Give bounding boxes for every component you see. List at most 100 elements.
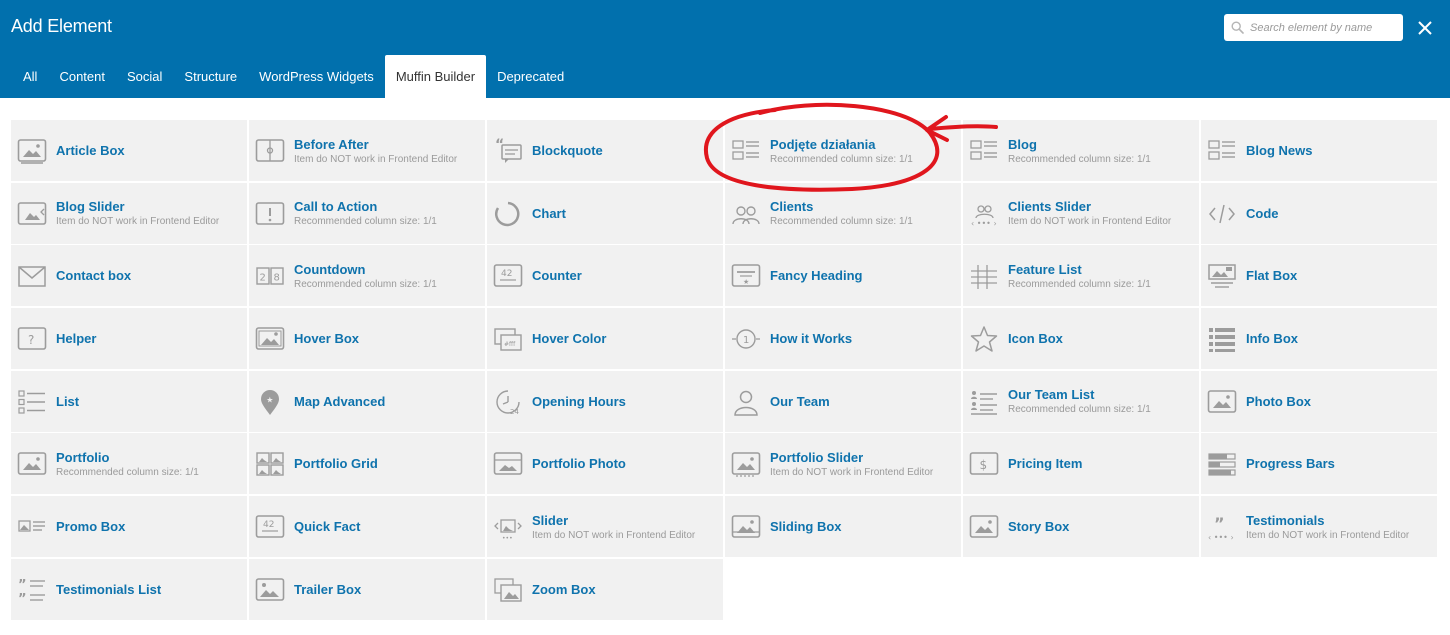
element-counter[interactable]: 42 Counter — [487, 245, 723, 307]
element-text: Sliding Box — [770, 519, 957, 534]
element-promo-box[interactable]: Promo Box — [11, 496, 247, 558]
svg-text:8: 8 — [274, 273, 280, 284]
element-chart[interactable]: Chart — [487, 182, 723, 244]
element-story-box[interactable]: Story Box — [963, 496, 1199, 558]
element-blog-news[interactable]: Blog News — [1201, 120, 1437, 181]
element-countdown[interactable]: 2 8 Countdown Recommended column size: 1/1 — [249, 245, 485, 307]
element-label: Testimonials List — [56, 581, 162, 597]
element-zoom-box[interactable]: Zoom Box — [487, 558, 723, 620]
tab-social[interactable]: Social — [116, 55, 173, 98]
element-code[interactable]: Code — [1201, 182, 1437, 244]
element-label: Call to Action — [294, 199, 378, 215]
element-podjete-dzia-ania[interactable]: Podjęte działania Recommended column size… — [725, 120, 961, 181]
element-progress-bars[interactable]: Progress Bars — [1201, 433, 1437, 495]
element-hover-color[interactable]: #fff Hover Color — [487, 308, 723, 370]
modal-title: Add Element — [11, 16, 112, 36]
element-text: Countdown Recommended column size: 1/1 — [294, 262, 481, 290]
element-clients[interactable]: Clients Recommended column size: 1/1 — [725, 182, 961, 244]
element-label: Chart — [532, 205, 566, 221]
element-pricing-item[interactable]: $ Pricing Item — [963, 433, 1199, 495]
element-hover-box[interactable]: Hover Box — [249, 308, 485, 370]
blog-slider-icon — [17, 200, 47, 228]
element-icon-box[interactable]: Icon Box — [963, 308, 1199, 370]
element-portfolio-grid[interactable]: Portfolio Grid — [249, 433, 485, 495]
element-label: Clients — [770, 199, 814, 215]
element-text: List — [56, 394, 243, 409]
element-label: Portfolio Photo — [532, 456, 626, 472]
svg-text:?: ? — [28, 333, 34, 347]
element-feature-list[interactable]: Feature List Recommended column size: 1/1 — [963, 245, 1199, 307]
element-label: Blog — [1008, 136, 1037, 152]
tab-deprecated[interactable]: Deprecated — [486, 55, 575, 98]
element-text: Testimonials List — [56, 582, 243, 597]
element-blockquote[interactable]: “ Blockquote — [487, 120, 723, 181]
sliding-box-icon — [731, 513, 761, 541]
element-text: Map Advanced — [294, 394, 481, 409]
team-list-icon — [969, 388, 999, 416]
element-label: Info Box — [1246, 331, 1298, 347]
element-opening-hours[interactable]: 24 Opening Hours — [487, 370, 723, 432]
svg-text:1: 1 — [743, 335, 749, 346]
element-clients-slider[interactable]: ‹ ••• › Clients Slider Item do NOT work in… — [963, 182, 1199, 244]
map-pin-icon: ★ — [255, 388, 285, 416]
element-list[interactable]: List — [11, 370, 247, 432]
element-trailer-box[interactable]: Trailer Box — [249, 558, 485, 620]
element-how-it-works[interactable]: 1 How it Works — [725, 308, 961, 370]
element-portfolio-photo[interactable]: Portfolio Photo — [487, 433, 723, 495]
tab-structure[interactable]: Structure — [173, 55, 248, 98]
element-blog-slider[interactable]: Blog Slider Item do NOT work in Frontend … — [11, 182, 247, 244]
element-portfolio[interactable]: Portfolio Recommended column size: 1/1 — [11, 433, 247, 495]
element-slider[interactable]: ••• Slider Item do NOT work in Frontend Ed… — [487, 496, 723, 558]
tab-all[interactable]: All — [12, 55, 48, 98]
search-input[interactable] — [1250, 21, 1390, 34]
element-label: Article Box — [56, 143, 125, 158]
element-text: Portfolio Slider Item do NOT work in Fron… — [770, 450, 957, 478]
element-note: Recommended column size: 1/1 — [770, 153, 913, 165]
blog-icon — [731, 137, 761, 165]
element-helper[interactable]: ? Helper — [11, 308, 247, 370]
tab-muffin-builder[interactable]: Muffin Builder — [384, 55, 487, 98]
search-box[interactable] — [1224, 14, 1403, 41]
tab-wordpress-widgets[interactable]: WordPress Widgets — [248, 55, 385, 98]
call-to-action-icon — [255, 200, 285, 228]
code-icon — [1207, 200, 1237, 228]
dollar-icon: $ — [969, 450, 999, 478]
element-map-advanced[interactable]: ★ Map Advanced — [249, 370, 485, 432]
element-text: Blog News — [1246, 143, 1433, 158]
svg-text:2: 2 — [260, 273, 266, 284]
tab-content[interactable]: Content — [48, 55, 116, 98]
element-text: Hover Box — [294, 331, 481, 346]
element-article-box[interactable]: Article Box — [11, 120, 247, 181]
element-photo-box[interactable]: Photo Box — [1201, 370, 1437, 432]
element-label: Counter — [532, 268, 582, 284]
element-portfolio-slider[interactable]: Portfolio Slider Item do NOT work in Fron… — [725, 433, 961, 495]
element-fancy-heading[interactable]: ★ Fancy Heading — [725, 245, 961, 307]
modal-header: Add Element AllContentSocialStructureWor… — [0, 0, 1450, 98]
element-blog[interactable]: Blog Recommended column size: 1/1 — [963, 120, 1199, 181]
element-contact-box[interactable]: Contact box — [11, 245, 247, 307]
clients-slider-icon: ‹ ••• › — [969, 200, 999, 228]
element-label: Portfolio Grid — [294, 456, 378, 472]
slider-icon: ••• — [493, 513, 523, 541]
element-our-team[interactable]: Our Team — [725, 370, 961, 432]
element-quick-fact[interactable]: 42 Quick Fact — [249, 496, 485, 558]
element-flat-box[interactable]: Flat Box — [1201, 245, 1437, 307]
element-testimonials-list[interactable]: ”” Testimonials List — [11, 558, 247, 620]
svg-text:24: 24 — [510, 408, 519, 416]
element-text: Quick Fact — [294, 519, 481, 534]
element-our-team-list[interactable]: Our Team List Recommended column size: 1/… — [963, 370, 1199, 432]
element-call-to-action[interactable]: Call to Action Recommended column size: 1… — [249, 182, 485, 244]
counter-icon: 42 — [493, 262, 523, 290]
close-button[interactable] — [1414, 17, 1436, 39]
category-tabs: All Content Social Structure WordPress Widge… — [12, 55, 575, 98]
element-text: Photo Box — [1246, 394, 1433, 409]
element-info-box[interactable]: Info Box — [1201, 308, 1437, 370]
element-before-after[interactable]: Before After Item do NOT work in Frontend… — [249, 120, 485, 181]
progress-bars-icon — [1207, 450, 1237, 478]
element-sliding-box[interactable]: Sliding Box — [725, 496, 961, 558]
element-text: Fancy Heading — [770, 268, 957, 283]
close-icon — [1418, 21, 1432, 35]
element-label: Hover Box — [294, 331, 360, 347]
element-testimonials[interactable]: ” ‹ ••• › Testimonials Item do NOT work in … — [1201, 496, 1437, 558]
how-it-works-icon: 1 — [731, 325, 761, 353]
